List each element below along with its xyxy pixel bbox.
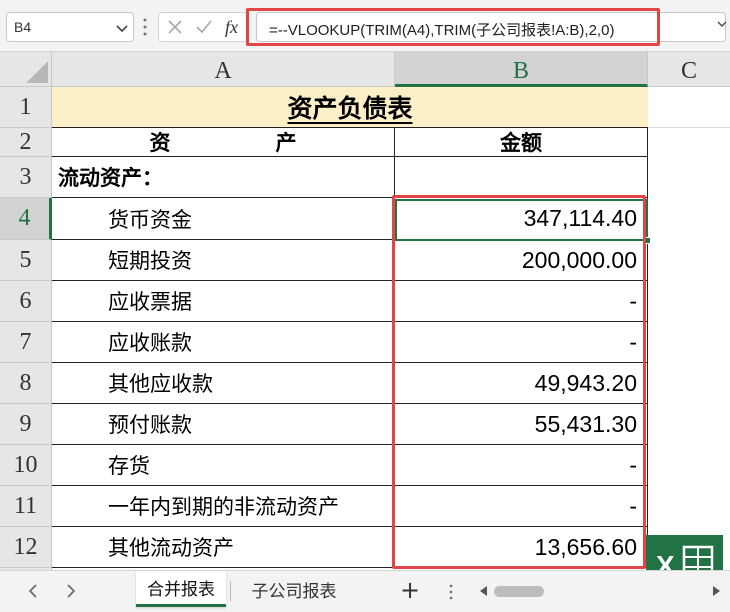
chevron-down-icon[interactable] [115, 21, 129, 35]
row-header-6[interactable]: 6 [0, 281, 52, 322]
row-header-5[interactable]: 5 [0, 240, 52, 281]
svg-text:fx: fx [225, 17, 238, 37]
formula-highlight-box [246, 8, 660, 46]
row-header-10[interactable]: 10 [0, 445, 52, 486]
row-header-2[interactable]: 2 [0, 128, 52, 157]
row-header-4[interactable]: 4 [0, 198, 52, 240]
cell-b3[interactable] [395, 157, 648, 198]
row-header-3[interactable]: 3 [0, 157, 52, 198]
svg-text:X: X [656, 550, 675, 570]
item-name-cell[interactable]: 短期投资 [52, 240, 395, 281]
formula-buttons: fx [158, 12, 248, 42]
insert-function-icon[interactable]: fx [223, 16, 245, 38]
item-name-cell[interactable]: 预付账款 [52, 404, 395, 445]
sheet-tab-bar: 合并报表 子公司报表 + [0, 570, 730, 612]
select-all-corner[interactable] [0, 52, 52, 87]
column-header-b[interactable]: B [395, 52, 648, 87]
row-header-11[interactable]: 11 [0, 486, 52, 527]
column-header-c[interactable]: C [648, 52, 730, 87]
row-header-8[interactable]: 8 [0, 363, 52, 404]
section-label-cell[interactable]: 流动资产： [52, 157, 395, 198]
row-header-7[interactable]: 7 [0, 322, 52, 363]
horizontal-scrollbar-thumb[interactable] [494, 586, 544, 597]
scroll-tabs-right-icon[interactable] [64, 583, 78, 599]
scroll-right-triangle-icon[interactable] [712, 585, 722, 597]
scroll-left-triangle-icon[interactable] [478, 585, 488, 597]
qiuye-logo: X 秋叶 [646, 535, 723, 570]
excel-logo-icon: X [656, 545, 714, 570]
tab-subsidiary-report[interactable]: 子公司报表 [240, 571, 348, 607]
item-name-cell[interactable]: 应收账款 [52, 322, 395, 363]
header-amount-cell[interactable]: 金额 [395, 128, 648, 157]
sheet-title-cell[interactable]: 资产负债表 [52, 87, 648, 128]
row-header-1[interactable]: 1 [0, 87, 52, 128]
cell-c1[interactable] [648, 87, 730, 128]
item-name-cell[interactable]: 应收票据 [52, 281, 395, 322]
tab-label: 合并报表 [147, 580, 215, 600]
select-all-triangle-icon [26, 61, 48, 83]
row-header-12[interactable]: 12 [0, 527, 52, 568]
name-box[interactable]: B4 [6, 12, 134, 42]
item-name-cell[interactable]: 货币资金 [52, 198, 395, 240]
amount-range-highlight-box [392, 195, 646, 569]
cancel-icon[interactable] [167, 19, 183, 35]
row-header-9[interactable]: 9 [0, 404, 52, 445]
tab-divider [230, 581, 231, 601]
item-name-cell[interactable]: 其他应收款 [52, 363, 395, 404]
scroll-tabs-left-icon[interactable] [26, 583, 40, 599]
formula-bar-area: B4 fx =--VLOOKUP(TRIM(A4),TRIM(子公司报表!A:B… [0, 0, 730, 52]
name-box-value: B4 [14, 19, 32, 35]
more-dots-icon [143, 18, 147, 36]
item-name-cell[interactable]: 存货 [52, 445, 395, 486]
more-dots-icon [449, 584, 453, 600]
worksheet-grid: A B C 1 2 3 4 5 6 7 8 9 10 11 12 资产负债表 资… [0, 52, 730, 570]
header-asset-cell[interactable]: 资 产 [52, 128, 395, 157]
enter-check-icon[interactable] [195, 19, 213, 35]
item-name-cell[interactable]: 一年内到期的非流动资产 [52, 486, 395, 527]
tab-consolidated-report[interactable]: 合并报表 [136, 571, 226, 607]
column-header-a[interactable]: A [52, 52, 395, 87]
expand-formula-chevron-icon[interactable] [716, 18, 728, 30]
tab-label: 子公司报表 [251, 581, 337, 602]
add-sheet-button[interactable]: + [398, 577, 422, 603]
item-name-cell[interactable]: 其他流动资产 [52, 527, 395, 568]
